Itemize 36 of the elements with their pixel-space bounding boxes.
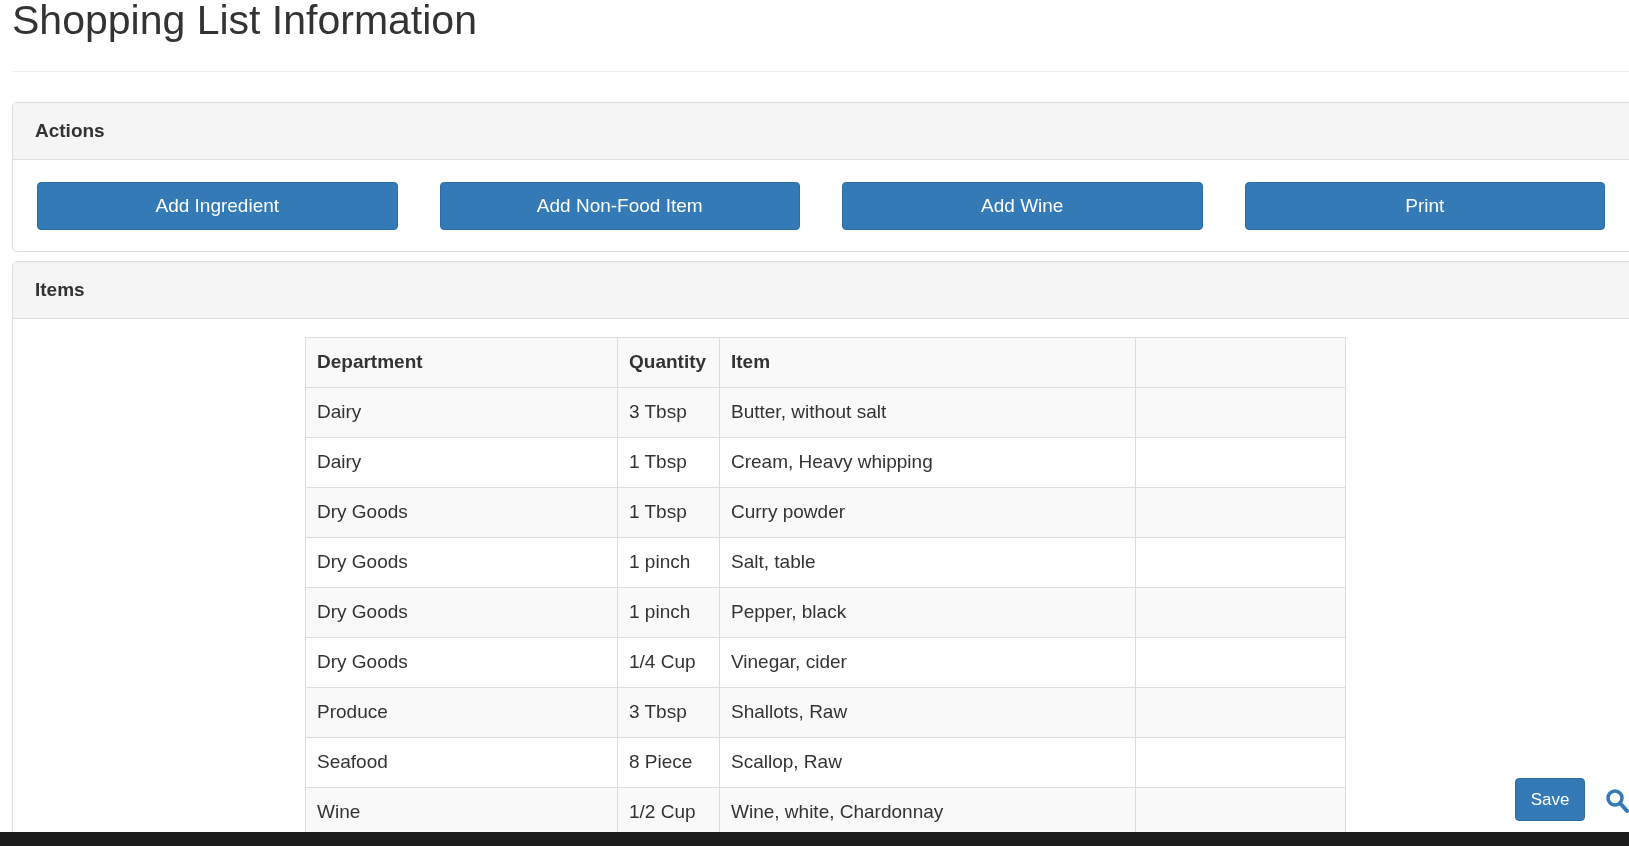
column-header: Item <box>719 337 1136 388</box>
page-title: Shopping List Information <box>12 0 478 41</box>
table-cell: Pepper, black <box>719 587 1136 638</box>
panel-heading: Actions <box>35 118 105 143</box>
panel-heading: Items <box>35 277 85 302</box>
table-cell: 1 pinch <box>617 537 720 588</box>
table-cell: Salt, table <box>719 537 1136 588</box>
table-cell: Produce <box>305 687 618 738</box>
table-cell: 1 Tbsp <box>617 437 720 488</box>
table-cell: Dry Goods <box>305 637 618 688</box>
table-cell: 3 Tbsp <box>617 687 720 738</box>
column-header: Quantity <box>617 337 720 388</box>
table-cell: Shallots, Raw <box>719 687 1136 738</box>
table-cell: Curry powder <box>719 487 1136 538</box>
table-cell: Dry Goods <box>305 587 618 638</box>
table-cell: Dry Goods <box>305 487 618 538</box>
table-cell: Vinegar, cider <box>719 637 1136 688</box>
table-cell: 1/4 Cup <box>617 637 720 688</box>
column-header: Department <box>305 337 618 388</box>
action-button[interactable]: Print <box>1244 182 1605 230</box>
table-cell: Dairy <box>305 437 618 488</box>
action-button[interactable]: Add Ingredient <box>37 182 398 230</box>
action-button[interactable]: Add Non-Food Item <box>439 182 800 230</box>
table-cell: 1 pinch <box>617 587 720 638</box>
table-cell: Butter, without salt <box>719 387 1136 438</box>
table-cell: 3 Tbsp <box>617 387 720 438</box>
table-cell: Scallop, Raw <box>719 737 1136 788</box>
table-cell: Seafood <box>305 737 618 788</box>
save-button[interactable]: Save <box>1515 778 1585 821</box>
table-cell: Dry Goods <box>305 537 618 588</box>
search-icon[interactable] <box>1605 788 1629 814</box>
table-cell: 8 Piece <box>617 737 720 788</box>
table-cell: Dairy <box>305 387 618 438</box>
table-cell: Cream, Heavy whipping <box>719 437 1136 488</box>
table-cell: 1 Tbsp <box>617 487 720 538</box>
action-button[interactable]: Add Wine <box>842 182 1203 230</box>
